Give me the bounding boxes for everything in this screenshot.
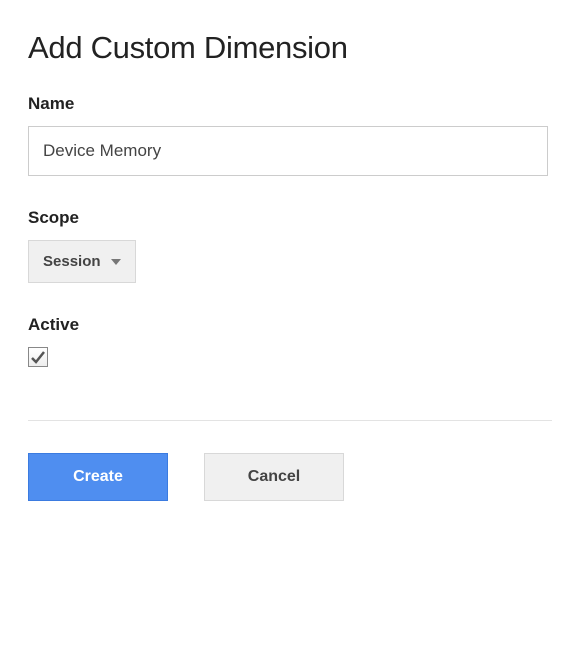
- active-field-group: Active: [28, 315, 552, 370]
- page-title: Add Custom Dimension: [28, 30, 552, 66]
- cancel-button[interactable]: Cancel: [204, 453, 344, 501]
- checkmark-icon: [30, 349, 46, 365]
- button-row: Create Cancel: [28, 453, 552, 501]
- create-button[interactable]: Create: [28, 453, 168, 501]
- active-label: Active: [28, 315, 552, 335]
- chevron-down-icon: [111, 259, 121, 265]
- name-label: Name: [28, 94, 552, 114]
- scope-dropdown[interactable]: Session: [28, 240, 136, 283]
- active-checkbox[interactable]: [28, 347, 48, 367]
- scope-label: Scope: [28, 208, 552, 228]
- name-input[interactable]: [28, 126, 548, 176]
- divider: [28, 420, 552, 421]
- scope-field-group: Scope Session: [28, 208, 552, 283]
- scope-dropdown-selected: Session: [43, 253, 101, 270]
- name-field-group: Name: [28, 94, 552, 176]
